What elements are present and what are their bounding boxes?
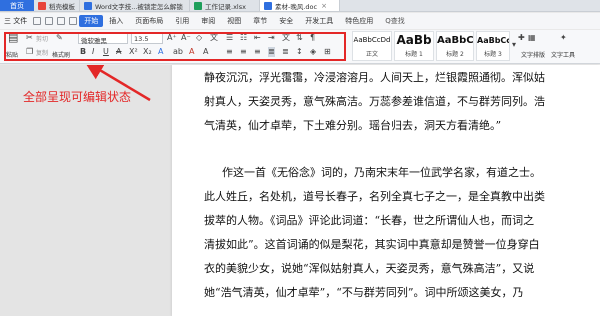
- docer-icon: [38, 1, 46, 10]
- tab-active-doc[interactable]: 素材-晚风.doc ×: [260, 0, 340, 11]
- close-icon[interactable]: ×: [321, 2, 327, 10]
- doc-line: 射真人，天姿灵秀，意气殊高洁。万蕊参差谁信道，不与群芳同列。浩: [204, 95, 545, 108]
- redo-icon[interactable]: [69, 17, 78, 25]
- spreadsheet-icon: [194, 1, 202, 10]
- document-page[interactable]: 静夜沉沉，浮光霭霭，冷浸溶溶月。人间天上，烂银霞照通彻。浑似姑 射真人，天姿灵秀…: [172, 65, 600, 316]
- undo-icon[interactable]: [57, 17, 66, 25]
- tab-label: Word文字技...被锁定怎么解锁: [95, 2, 183, 11]
- style-heading-2[interactable]: AaBbC 标题 2: [436, 31, 474, 61]
- tab-bar: 首页 稻壳模板 Word文字技...被锁定怎么解锁 工作记录.xlsx 素材-晚…: [0, 0, 600, 12]
- menu-review[interactable]: 审阅: [195, 16, 221, 26]
- typeset-icon[interactable]: ▦: [528, 33, 536, 43]
- tab-label: 工作记录.xlsx: [205, 2, 246, 11]
- menu-bar: 三 文件 开始 插入 页面布局 引用 审阅 视图 章节 安全 开发工具 特色应用…: [0, 13, 600, 29]
- tab-word-doc[interactable]: Word文字技...被锁定怎么解锁: [80, 0, 190, 11]
- typeset-button[interactable]: 文字排版: [521, 50, 545, 59]
- new-style-icon[interactable]: ✚: [518, 33, 525, 43]
- menu-developer[interactable]: 开发工具: [299, 16, 339, 26]
- tab-label: 稻壳模板: [49, 2, 75, 11]
- menu-start[interactable]: 开始: [79, 15, 104, 27]
- style-normal[interactable]: AaBbCcDd 正文: [352, 31, 392, 61]
- tab-label: 素材-晚风.doc: [275, 2, 318, 11]
- doc-line: 拔萃的人物。《词品》评论此词道：“长春，世之所谓仙人也，而词之: [204, 214, 535, 227]
- text-tools-icon[interactable]: ✦: [560, 33, 567, 43]
- doc-line: 她“浩气清英，仙才卓荦”，“不与群芳同列”。词中所颂这美女，乃: [204, 286, 524, 299]
- doc-line: 此人姓丘，名处机，道号长春子，名列全真七子之一，是全真教中出类: [204, 190, 545, 203]
- word-doc-icon: [264, 1, 272, 10]
- doc-line: 静夜沉沉，浮光霭霭，冷浸溶溶月。人间天上，烂银霞照通彻。浑似姑: [204, 71, 545, 84]
- doc-line: 作这一首《无俗念》词的，乃南宋末年一位武学名家，有道之士。: [222, 166, 541, 179]
- doc-line: 清拔如此”。这首词诵的似是梨花，其实词中真意却是赞誉一位身穿白: [204, 238, 540, 251]
- save-icon[interactable]: [33, 17, 42, 25]
- menu-sections[interactable]: 章节: [247, 16, 273, 26]
- menu-page-layout[interactable]: 页面布局: [129, 16, 169, 26]
- menu-special-apps[interactable]: 特色应用: [339, 16, 379, 26]
- doc-line: 气清英，仙才卓荦，下土难分别。瑶台归去，洞天方看清绝。”: [204, 119, 502, 132]
- file-menu[interactable]: 三 文件: [4, 16, 27, 26]
- home-tab[interactable]: 首页: [0, 0, 34, 11]
- style-heading-1[interactable]: AaBb 标题 1: [394, 31, 434, 61]
- menu-security[interactable]: 安全: [273, 16, 299, 26]
- menu-insert[interactable]: 插入: [103, 16, 129, 26]
- menu-references[interactable]: 引用: [169, 16, 195, 26]
- print-icon[interactable]: [45, 17, 54, 25]
- highlight-frame: [4, 32, 346, 61]
- tab-docer-templates[interactable]: 稻壳模板: [34, 0, 80, 11]
- menu-view[interactable]: 视图: [221, 16, 247, 26]
- word-doc-icon: [84, 1, 92, 10]
- search-command[interactable]: Q查找: [385, 16, 405, 26]
- doc-line: 衣的美貌少女，说她“浑似姑射真人，天姿灵秀，意气殊高洁”，又说: [204, 262, 535, 275]
- text-tools-button[interactable]: 文字工具: [551, 50, 575, 59]
- annotation-label: 全部呈现可编辑状态: [23, 90, 132, 104]
- tab-spreadsheet[interactable]: 工作记录.xlsx: [190, 0, 260, 11]
- style-heading-3[interactable]: AaBbCc 标题 3: [476, 31, 510, 61]
- chevron-down-icon[interactable]: ▾: [512, 40, 516, 50]
